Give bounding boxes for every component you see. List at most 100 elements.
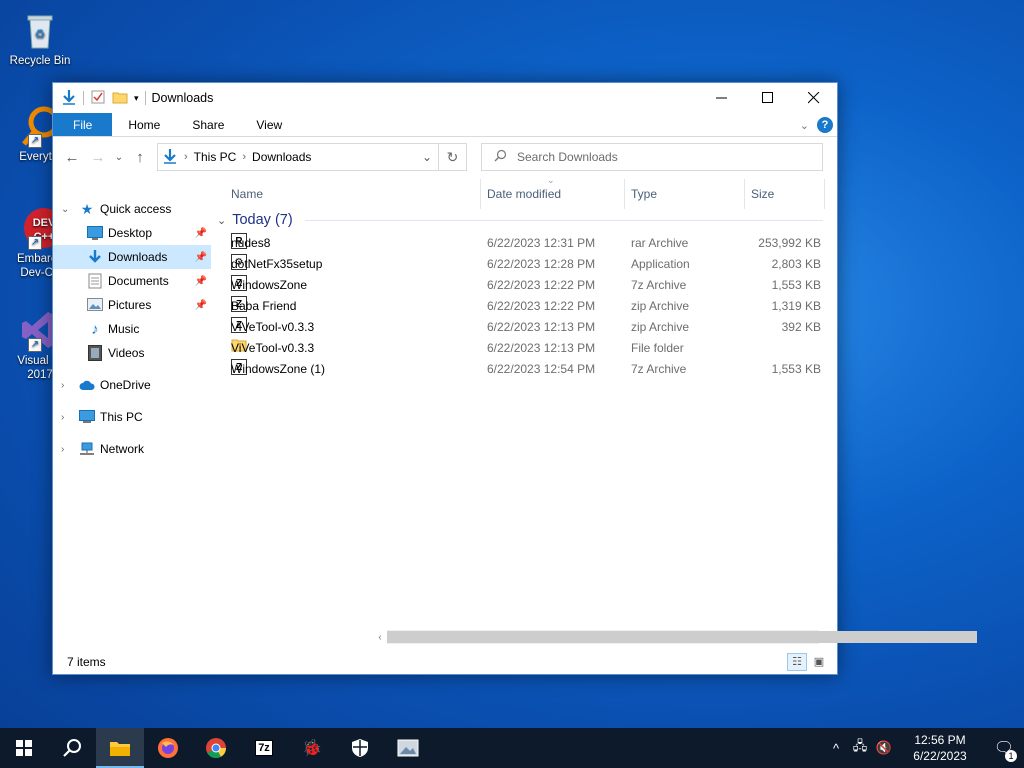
up-button[interactable]: ↑ bbox=[127, 144, 153, 170]
nav-onedrive[interactable]: › OneDrive bbox=[53, 373, 211, 397]
new-folder-icon[interactable] bbox=[112, 89, 128, 108]
firefox-icon bbox=[158, 738, 178, 758]
large-icons-view-button[interactable]: ▣ bbox=[809, 653, 829, 671]
address-bar[interactable]: › This PC › Downloads ⌄ bbox=[157, 143, 439, 171]
toolbar-separator bbox=[83, 91, 84, 105]
search-input[interactable] bbox=[517, 150, 797, 164]
file-row[interactable]: Rnudes8 6/22/2023 12:31 PM rar Archive 253,… bbox=[211, 233, 821, 254]
taskbar-firefox[interactable] bbox=[144, 728, 192, 768]
nav-network[interactable]: › Network bbox=[53, 437, 211, 461]
nav-this-pc[interactable]: › This PC bbox=[53, 405, 211, 429]
maximize-button[interactable] bbox=[745, 83, 791, 113]
file-name: WindowsZone (1) bbox=[231, 362, 326, 376]
group-collapse-icon[interactable]: ⌄ bbox=[217, 214, 226, 227]
show-hidden-icons-icon[interactable]: ^ bbox=[824, 741, 848, 756]
desktop-icon-recycle-bin[interactable]: ♻ Recycle Bin bbox=[4, 8, 76, 68]
refresh-button[interactable]: ↻ bbox=[439, 143, 467, 171]
details-view-button[interactable]: ☷ bbox=[787, 653, 807, 671]
taskbar-app-animal[interactable]: 🐞 bbox=[288, 728, 336, 768]
tab-file[interactable]: File bbox=[53, 113, 113, 136]
notifications-button[interactable]: 🗨 1 bbox=[984, 728, 1024, 768]
computer-icon bbox=[79, 409, 95, 425]
file-row[interactable]: Z WindowsZone (1) 6/22/2023 12:54 PM 7z Arc… bbox=[211, 359, 821, 380]
scrollbar-thumb[interactable] bbox=[387, 631, 977, 643]
column-header-size[interactable]: Size bbox=[745, 179, 825, 209]
nav-label: Quick access bbox=[100, 202, 172, 216]
file-type: File folder bbox=[631, 341, 684, 355]
status-bar: 7 items ☷ ▣ bbox=[53, 650, 837, 674]
close-button[interactable] bbox=[791, 83, 837, 113]
breadcrumb-chevron-icon[interactable]: › bbox=[184, 151, 188, 163]
document-icon bbox=[87, 273, 103, 289]
clock-time: 12:56 PM bbox=[914, 733, 966, 747]
window-title: Downloads bbox=[151, 91, 214, 105]
clock[interactable]: 12:56 PM 6/22/2023 bbox=[902, 732, 978, 764]
title-bar[interactable]: ▾ Downloads bbox=[53, 83, 837, 113]
nav-label: This PC bbox=[100, 410, 143, 424]
tab-share[interactable]: Share bbox=[176, 113, 240, 136]
pin-icon[interactable]: 📌 bbox=[195, 228, 207, 239]
pin-icon[interactable]: 📌 bbox=[195, 276, 207, 287]
breadcrumb-chevron-icon[interactable]: › bbox=[242, 151, 246, 163]
file-size: 2,803 KB bbox=[771, 257, 821, 271]
nav-quick-access[interactable]: ⌄ ★ Quick access bbox=[53, 197, 211, 221]
recent-locations-button[interactable]: ⌄ bbox=[111, 144, 127, 170]
start-button[interactable] bbox=[0, 728, 48, 768]
star-icon: ★ bbox=[80, 200, 94, 217]
expand-arrow-icon[interactable]: › bbox=[61, 380, 64, 391]
back-button[interactable]: ← bbox=[59, 144, 85, 170]
svg-text:♻: ♻ bbox=[35, 27, 46, 41]
tab-home[interactable]: Home bbox=[112, 113, 176, 136]
customize-toolbar-icon[interactable]: ▾ bbox=[134, 93, 139, 104]
minimize-button[interactable] bbox=[699, 83, 745, 113]
pin-icon[interactable]: 📌 bbox=[195, 252, 207, 263]
taskbar-7zip[interactable]: 7z bbox=[240, 728, 288, 768]
column-header-type[interactable]: Type bbox=[625, 179, 745, 209]
expand-arrow-icon[interactable]: › bbox=[61, 412, 64, 423]
volume-muted-icon[interactable]: 🔇 bbox=[872, 740, 896, 756]
file-date: 6/22/2023 12:31 PM bbox=[487, 236, 596, 250]
file-row[interactable]: ⚙ dotNetFx35setup 6/22/2023 12:28 PM Applic… bbox=[211, 254, 821, 275]
file-date: 6/22/2023 12:54 PM bbox=[487, 362, 596, 376]
nav-item-documents[interactable]: Documents 📌 bbox=[53, 269, 211, 293]
file-size: 1,553 KB bbox=[771, 278, 821, 292]
nav-item-videos[interactable]: Videos bbox=[53, 341, 211, 365]
taskbar-image-app[interactable] bbox=[384, 728, 432, 768]
nav-item-desktop[interactable]: Desktop 📌 bbox=[53, 221, 211, 245]
help-icon[interactable]: ? bbox=[817, 117, 833, 133]
column-headers: ⌄ Name Date modified Type Size bbox=[211, 175, 837, 209]
file-row[interactable]: Z WindowsZone 6/22/2023 12:22 PM 7z Archive… bbox=[211, 275, 821, 296]
network-status-icon[interactable]: 🖧 bbox=[848, 737, 872, 759]
search-box[interactable] bbox=[481, 143, 823, 171]
group-header-today[interactable]: ⌄ Today (7) bbox=[217, 209, 823, 231]
expand-arrow-icon[interactable]: › bbox=[61, 444, 64, 455]
taskbar-chrome[interactable] bbox=[192, 728, 240, 768]
file-row[interactable]: ViVeTool-v0.3.3 6/22/2023 12:13 PM File fo… bbox=[211, 338, 821, 359]
properties-icon[interactable] bbox=[90, 89, 106, 108]
address-dropdown-icon[interactable]: ⌄ bbox=[422, 150, 432, 164]
horizontal-scrollbar[interactable]: ‹ › bbox=[373, 630, 977, 644]
column-header-name[interactable]: Name bbox=[225, 179, 481, 209]
collapse-arrow-icon[interactable]: ⌄ bbox=[61, 204, 69, 215]
file-size: 253,992 KB bbox=[758, 236, 821, 250]
file-date: 6/22/2023 12:13 PM bbox=[487, 320, 596, 334]
tab-view[interactable]: View bbox=[240, 113, 298, 136]
file-name: ViVeTool-v0.3.3 bbox=[231, 341, 315, 355]
column-header-date[interactable]: Date modified bbox=[481, 179, 625, 209]
taskbar-windows-security[interactable] bbox=[336, 728, 384, 768]
breadcrumb-downloads[interactable]: Downloads bbox=[252, 150, 311, 164]
file-row[interactable]: Z ViVeTool-v0.3.3 6/22/2023 12:13 PM zip Ar… bbox=[211, 317, 821, 338]
breadcrumb-this-pc[interactable]: This PC bbox=[194, 150, 237, 164]
scroll-left-icon[interactable]: ‹ bbox=[373, 632, 387, 643]
file-row[interactable]: Z Baba Friend 6/22/2023 12:22 PM zip Archiv… bbox=[211, 296, 821, 317]
taskbar-file-explorer[interactable] bbox=[96, 728, 144, 768]
pin-icon[interactable]: 📌 bbox=[195, 300, 207, 311]
nav-item-pictures[interactable]: Pictures 📌 bbox=[53, 293, 211, 317]
seven-zip-icon: 7z bbox=[255, 740, 273, 756]
forward-button[interactable]: → bbox=[85, 144, 111, 170]
nav-item-music[interactable]: ♪ Music bbox=[53, 317, 211, 341]
search-button[interactable] bbox=[48, 728, 96, 768]
expand-ribbon-icon[interactable]: ⌄ bbox=[800, 119, 809, 132]
nav-item-downloads[interactable]: Downloads 📌 bbox=[53, 245, 211, 269]
navigation-pane: ⌄ ★ Quick access Desktop 📌 Downloads 📌 D… bbox=[53, 177, 211, 650]
